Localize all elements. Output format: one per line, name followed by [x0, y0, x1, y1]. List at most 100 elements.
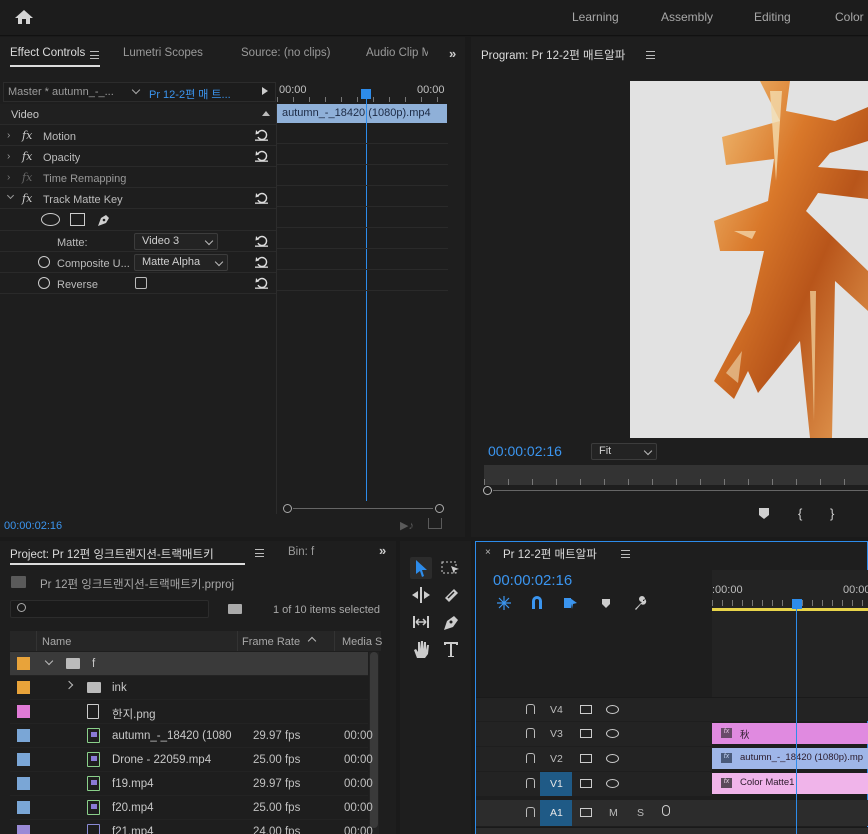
timeline-timecode[interactable]: 00:00:02:16 — [493, 572, 572, 589]
project-search-input[interactable] — [10, 600, 209, 618]
play-triangle-icon[interactable] — [262, 87, 268, 95]
reset-icon[interactable] — [255, 192, 268, 204]
tab-audio-clip-mixer[interactable]: Audio Clip M — [366, 47, 428, 59]
chevron-down-icon[interactable] — [131, 85, 141, 95]
clip-v2-autumn[interactable]: fx autumn_-_18420 (1080p).mp — [712, 748, 868, 769]
add-marker-icon[interactable] — [759, 508, 769, 520]
eye-icon[interactable] — [606, 754, 619, 763]
label-color-swatch[interactable] — [17, 657, 30, 670]
fit-dropdown[interactable]: Fit — [591, 443, 657, 460]
program-scrubber[interactable] — [484, 465, 868, 485]
timeline-playhead-marker[interactable] — [792, 599, 802, 609]
expand-chevron-icon[interactable]: › — [7, 151, 10, 162]
panel-overflow-icon[interactable]: » — [379, 543, 386, 558]
fx-icon[interactable]: fx — [22, 129, 32, 142]
microphone-icon[interactable] — [662, 805, 670, 816]
ec-divider[interactable] — [276, 104, 277, 514]
reverse-checkbox[interactable] — [135, 277, 147, 289]
matte-dropdown[interactable]: Video 3 — [134, 233, 218, 250]
ec-timecode[interactable]: 00:00:02:16 — [4, 520, 62, 532]
list-item[interactable]: f21.mp4 24.00 fps 00:00 — [10, 820, 373, 834]
reset-icon[interactable] — [255, 277, 268, 289]
hand-tool-icon[interactable] — [410, 638, 432, 660]
track-v4-header[interactable]: V4 — [476, 697, 712, 721]
track-v2-header[interactable]: V2 — [476, 747, 712, 771]
program-timecode[interactable]: 00:00:02:16 — [488, 443, 562, 459]
column-media-start[interactable]: Media S — [342, 636, 382, 648]
lock-icon[interactable] — [526, 753, 535, 763]
lock-icon[interactable] — [526, 728, 535, 738]
mute-button[interactable]: M — [609, 807, 618, 819]
list-item[interactable]: f — [10, 652, 368, 676]
ec-zoom-scrollbar[interactable] — [283, 504, 444, 513]
workspace-color[interactable]: Color — [835, 10, 864, 24]
track-a1-header[interactable]: A1 M S — [476, 800, 712, 826]
eye-icon[interactable] — [606, 779, 619, 788]
ellipse-mask-icon[interactable] — [41, 213, 60, 226]
pen-tool-icon[interactable] — [440, 611, 462, 633]
razor-tool-icon[interactable] — [440, 584, 462, 606]
expand-chevron-icon[interactable]: › — [7, 172, 10, 183]
panel-menu-icon[interactable] — [255, 549, 264, 557]
workspace-learning[interactable]: Learning — [572, 10, 619, 24]
reset-icon[interactable] — [255, 256, 268, 268]
linked-selection-icon[interactable] — [564, 596, 578, 610]
ec-playhead-marker[interactable] — [361, 89, 371, 99]
rectangle-mask-icon[interactable] — [70, 213, 85, 226]
label-color-swatch[interactable] — [17, 801, 30, 814]
label-color-swatch[interactable] — [17, 729, 30, 742]
tab-project[interactable]: Project: Pr 12편 잉크트랜지션-트랙매트키 — [10, 546, 214, 562]
timeline-ruler[interactable]: :00:00 00:00 — [712, 570, 868, 612]
clip-v3-matte-text[interactable]: fx 秋 — [712, 723, 868, 744]
effect-opacity-row[interactable]: › fx Opacity — [0, 146, 276, 167]
panel-menu-icon[interactable] — [90, 51, 99, 59]
toggle-sync-icon[interactable] — [580, 729, 592, 738]
chevron-down-icon[interactable] — [44, 656, 54, 666]
label-color-swatch[interactable] — [17, 777, 30, 790]
label-color-swatch[interactable] — [17, 705, 30, 718]
eye-icon[interactable] — [606, 729, 619, 738]
workspace-assembly[interactable]: Assembly — [661, 10, 713, 24]
reset-icon[interactable] — [255, 235, 268, 247]
program-video-frame[interactable] — [630, 81, 868, 438]
tab-effect-controls[interactable]: Effect Controls — [10, 47, 85, 59]
expand-chevron-icon[interactable]: › — [7, 130, 10, 141]
toggle-sync-icon[interactable] — [580, 754, 592, 763]
pen-mask-icon[interactable] — [96, 212, 112, 228]
chevron-right-icon[interactable] — [64, 680, 74, 690]
sequence-clip-label[interactable]: Pr 12-2편 매 트... — [149, 86, 249, 102]
scroll-handle-left[interactable] — [283, 504, 292, 513]
column-frame-rate[interactable]: Frame Rate — [242, 636, 300, 648]
list-item[interactable]: f20.mp4 25.00 fps 00:00 — [10, 796, 373, 820]
selection-tool-icon[interactable] — [410, 557, 432, 579]
effect-motion-row[interactable]: › fx Motion — [0, 125, 276, 146]
panel-menu-icon[interactable] — [646, 51, 655, 59]
reset-icon[interactable] — [255, 129, 268, 141]
label-color-swatch[interactable] — [17, 753, 30, 766]
workspace-editing[interactable]: Editing — [754, 10, 791, 24]
add-marker-icon[interactable] — [602, 599, 610, 608]
track-select-tool-icon[interactable] — [440, 557, 462, 579]
toggle-sync-icon[interactable] — [580, 808, 592, 817]
lock-icon[interactable] — [526, 807, 535, 817]
list-item[interactable]: autumn_-_18420 (1080 29.97 fps 00:00 — [10, 724, 373, 748]
fx-icon[interactable]: fx — [22, 150, 32, 163]
effect-track-matte-key-row[interactable]: fx Track Matte Key — [0, 188, 276, 209]
ripple-edit-tool-icon[interactable] — [410, 584, 432, 606]
export-icon[interactable] — [428, 518, 442, 529]
track-v1-header[interactable]: V1 — [476, 772, 712, 796]
effect-time-remapping-row[interactable]: › fx Time Remapping — [0, 167, 276, 188]
slip-tool-icon[interactable] — [410, 611, 432, 633]
panel-menu-icon[interactable] — [621, 550, 630, 558]
label-color-swatch[interactable] — [17, 681, 30, 694]
stopwatch-icon[interactable] — [38, 277, 50, 289]
list-item[interactable]: ink — [10, 676, 368, 700]
panel-overflow-icon[interactable]: » — [449, 46, 456, 61]
ec-clip-bar[interactable]: autumn_-_18420 (1080p).mp4 — [277, 104, 447, 123]
stopwatch-icon[interactable] — [38, 256, 50, 268]
list-item[interactable]: 한지.png — [10, 700, 368, 724]
solo-button[interactable]: S — [637, 807, 644, 819]
snap-magnet-icon[interactable] — [531, 596, 543, 609]
scroll-handle-right[interactable] — [435, 504, 444, 513]
program-title[interactable]: Program: Pr 12-2편 매트알파 — [481, 47, 625, 63]
